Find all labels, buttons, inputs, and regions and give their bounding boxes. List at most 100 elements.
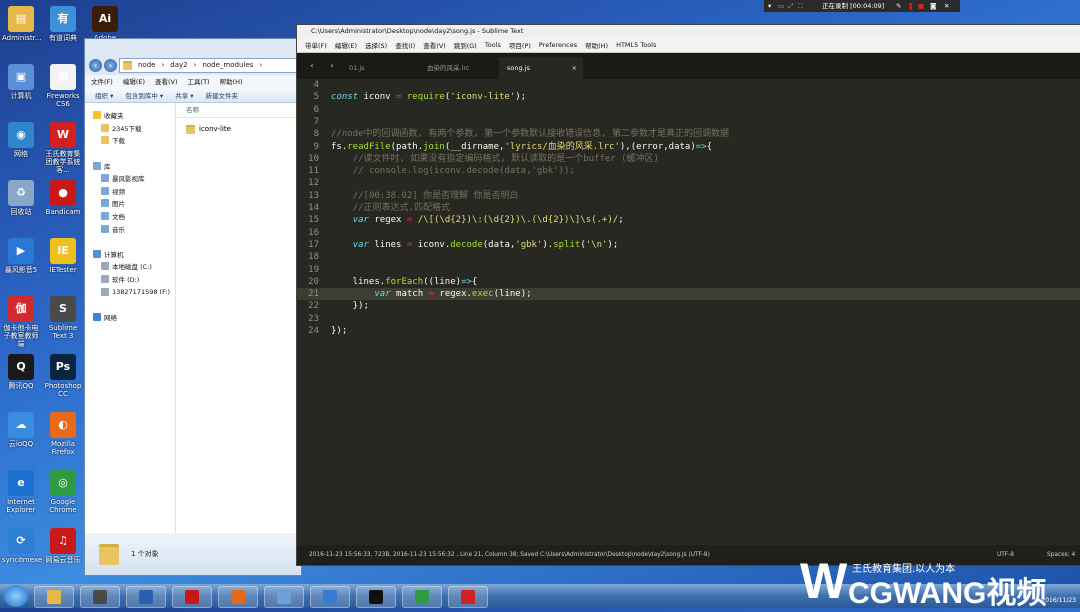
code-line[interactable]: 20 lines.forEach((line)=>{ [297, 276, 1080, 288]
desktop-icon[interactable]: ♻ 回收站 [2, 180, 40, 216]
code-line[interactable]: 21 var match = regex.exec(line); [297, 288, 1080, 301]
taskbar-app-firefox[interactable] [218, 586, 258, 608]
code-line[interactable]: 13 //[00:38.02] 你是否理解 你是否明白 [297, 190, 1080, 202]
desktop-icon[interactable]: ▤ Administr... [2, 6, 42, 42]
dropdown-icon[interactable]: ▾ [768, 0, 771, 12]
desktop-icon[interactable]: ◐ Mozilla Firefox [44, 412, 82, 456]
new-folder-button[interactable]: 新建文件夹 [206, 90, 239, 100]
taskbar-app-wangshi[interactable] [448, 586, 488, 608]
code-editor[interactable]: 4 5 const iconv = require('iconv-lite'); 6 7… [297, 79, 1080, 545]
sublime-menu-item[interactable]: HTML5 Tools [616, 41, 656, 49]
menu-tools[interactable]: 工具(T) [188, 76, 210, 86]
sublime-menu-item[interactable]: 查找(I) [395, 40, 415, 50]
code-line[interactable]: 9 fs.readFile(path.join(__dirname,'lyrics… [297, 141, 1080, 153]
nav-item[interactable]: 收藏夹 [85, 109, 175, 122]
code-line[interactable]: 5 const iconv = require('iconv-lite'); [297, 91, 1080, 103]
code-line[interactable]: 7 [297, 116, 1080, 128]
code-line[interactable]: 14 //正则表达式,匹配格式 [297, 202, 1080, 214]
menu-help[interactable]: 帮助(H) [220, 76, 243, 86]
sublime-menu-item[interactable]: 跳到(G) [454, 40, 477, 50]
sublime-menu-item[interactable]: Preferences [539, 41, 577, 49]
tab-01-js[interactable]: 01.js [341, 57, 419, 79]
desktop-icon[interactable]: S Sublime Text 3 [44, 296, 82, 340]
sublime-menu-item[interactable]: 项目(P) [509, 40, 531, 50]
code-line[interactable]: 10 //读文件时, 如果没有指定编码格式, 默认读取的是一个buffer (缓… [297, 153, 1080, 165]
explorer-window[interactable]: ‹ › node › day2 › node_modules › 文件(F) 编… [84, 38, 302, 576]
nav-item[interactable]: 音乐 [85, 222, 175, 235]
nav-item[interactable]: 软件 (D:) [85, 273, 175, 286]
organize-button[interactable]: 组织 ▾ [95, 90, 113, 100]
stop-icon[interactable]: ■ [918, 0, 924, 12]
desktop-icon[interactable]: ● Bandicam [44, 180, 82, 216]
code-line[interactable]: 23 [297, 313, 1080, 325]
taskbar-app-bandicam[interactable] [172, 586, 212, 608]
address-segment[interactable]: node [138, 61, 155, 69]
desktop-icon[interactable]: AiAdobe [86, 6, 124, 42]
nav-item[interactable]: 库 [85, 159, 175, 172]
tab-song-js[interactable]: song.js × [499, 57, 583, 79]
sublime-menu-item[interactable]: 帮助(H) [585, 40, 608, 50]
code-line[interactable]: 18 [297, 251, 1080, 263]
taskbar-app-app6[interactable] [264, 586, 304, 608]
nav-item[interactable]: 计算机 [85, 248, 175, 261]
column-header-name[interactable]: 名称 [176, 103, 301, 118]
code-line[interactable]: 4 [297, 79, 1080, 91]
code-line[interactable]: 17 var lines = iconv.decode(data,'gbk').… [297, 239, 1080, 251]
sublime-menu-item[interactable]: 选择(S) [365, 40, 387, 50]
sublime-menu-item[interactable]: 编辑(E) [335, 40, 357, 50]
tab-lrc[interactable]: 血染的风采.lrc [419, 57, 501, 79]
desktop-icon[interactable]: e Internet Explorer [2, 470, 40, 514]
window-icon[interactable]: ▭ [778, 0, 784, 12]
address-segment[interactable]: node_modules [202, 61, 253, 69]
nav-item[interactable]: 下载 [85, 134, 175, 147]
taskbar-app-sublime[interactable] [80, 586, 120, 608]
pause-icon[interactable]: ❚ [908, 0, 913, 12]
fullscreen-icon[interactable]: ⛶ [798, 0, 803, 12]
forward-icon[interactable]: › [104, 58, 117, 72]
desktop-icon[interactable]: ⟳ syncitmexe [2, 528, 42, 564]
tab-left-arrow-icon[interactable]: ‹ [303, 56, 321, 76]
desktop-icon[interactable]: Q 腾讯QQ [2, 354, 40, 390]
nav-item[interactable]: 视频 [85, 185, 175, 198]
desktop-icon[interactable]: ▶ 暴风影音5 [2, 238, 40, 274]
nav-item[interactable]: 文档 [85, 210, 175, 223]
camera-icon[interactable]: ◙ [930, 0, 936, 12]
tab-right-arrow-icon[interactable]: › [323, 56, 341, 76]
file-item[interactable]: iconv-lite [176, 122, 301, 136]
menu-view[interactable]: 查看(V) [155, 76, 178, 86]
nav-item[interactable]: 暴风影视库 [85, 172, 175, 185]
nav-item[interactable]: 本地磁盘 (C:) [85, 260, 175, 273]
menu-edit[interactable]: 编辑(E) [123, 76, 145, 86]
close-tab-icon[interactable]: × [572, 57, 577, 79]
taskbar-app-app7[interactable] [310, 586, 350, 608]
desktop-icon[interactable]: 伽伽卡他卡电子教室教师端 [2, 296, 40, 348]
code-line[interactable]: 22 }); [297, 300, 1080, 312]
sublime-window[interactable]: C:\Users\Administrator\Desktop\node\day2… [296, 24, 1080, 566]
back-icon[interactable]: ‹ [89, 58, 102, 72]
nav-item[interactable]: 网络 [85, 311, 175, 324]
desktop-icon[interactable]: 有有道词典 [44, 6, 82, 42]
code-line[interactable]: 8 //node中的回调函数, 有两个参数, 第一个参数默认接收错误信息, 第二参… [297, 128, 1080, 140]
desktop-icon[interactable]: Ps Photoshop CC [44, 354, 82, 398]
nav-item[interactable]: 2345下载 [85, 122, 175, 135]
sublime-menu-item[interactable]: 查看(V) [423, 40, 446, 50]
sublime-menu-item[interactable]: Tools [485, 41, 501, 49]
desktop-icon[interactable]: ☁ 云ioQQ [2, 412, 40, 448]
desktop-icon[interactable]: ◉ 网络 [2, 122, 40, 158]
code-line[interactable]: 11 // console.log(iconv.decode(data,'gbk… [297, 165, 1080, 177]
address-bar[interactable]: node › day2 › node_modules › [119, 57, 301, 73]
desktop-icon[interactable]: ▣ 计算机 [2, 64, 40, 100]
desktop-icon[interactable]: ▦ Fireworks CS6 [44, 64, 82, 108]
nav-item[interactable]: 13827171598 (F:) [85, 285, 175, 298]
taskbar-app-explorer[interactable] [34, 586, 74, 608]
desktop-icon[interactable]: IE IETester [44, 238, 82, 274]
desktop-icon[interactable]: ◎ Google Chrome [44, 470, 82, 514]
resize-icon[interactable]: ⤢ [788, 0, 793, 12]
taskbar-app-word[interactable] [126, 586, 166, 608]
desktop-icon[interactable]: W 王氏教育集团教学系统客... [44, 122, 82, 174]
include-library-button[interactable]: 包含到库中 ▾ [125, 90, 163, 100]
code-line[interactable]: 12 [297, 177, 1080, 189]
code-line[interactable]: 24}); [297, 325, 1080, 337]
desktop-icon[interactable]: ♫ 网易云音乐 [44, 528, 82, 564]
close-icon[interactable]: ✕ [944, 0, 949, 12]
